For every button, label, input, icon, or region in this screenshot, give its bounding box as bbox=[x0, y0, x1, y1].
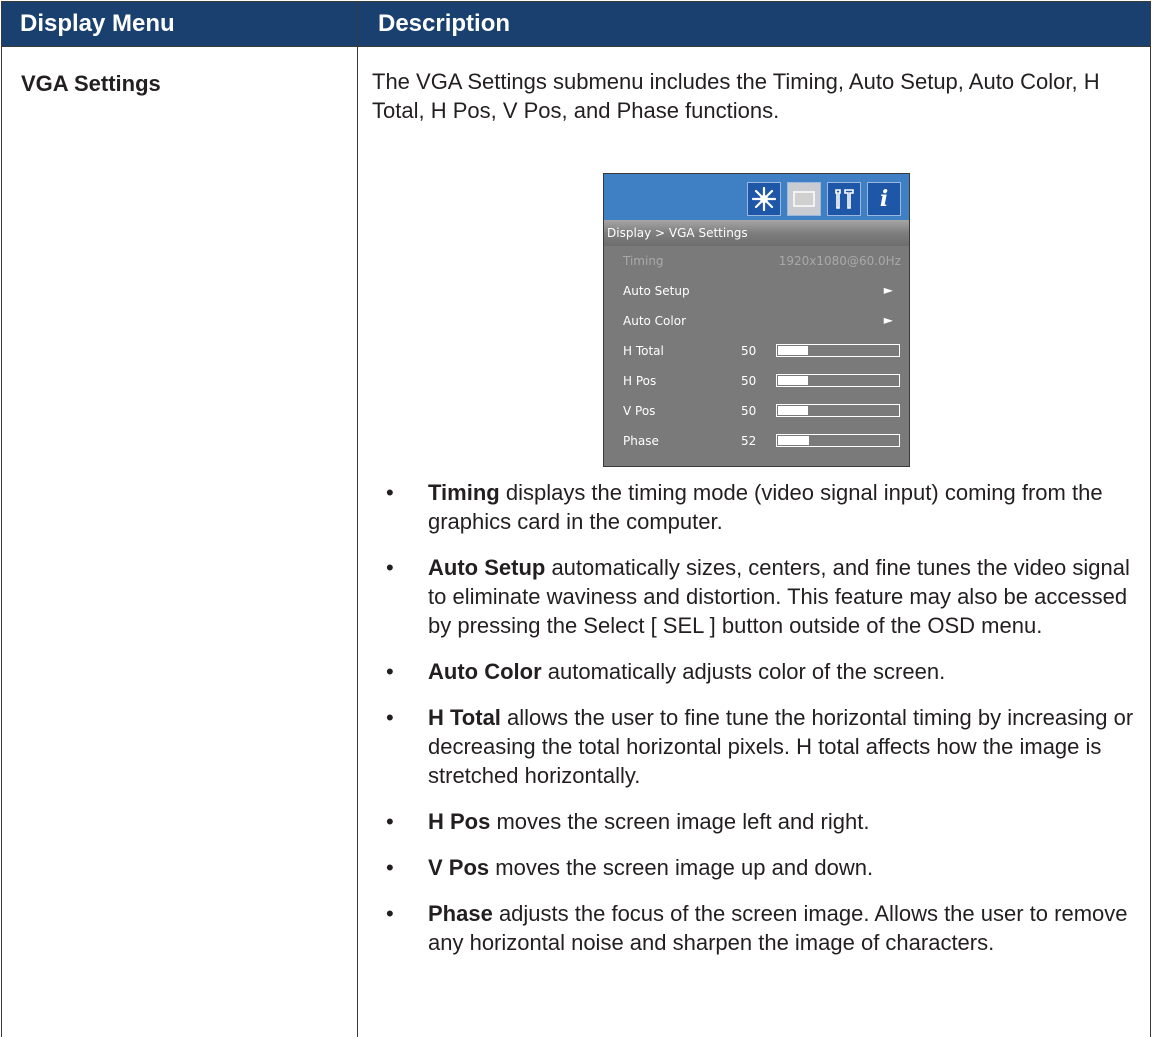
list-item-h-total: • H Total allows the user to fine tune th… bbox=[374, 703, 1144, 790]
osd-auto-setup-label: Auto Setup bbox=[623, 284, 690, 298]
desc-auto-color: automatically adjusts color of the scree… bbox=[541, 659, 946, 684]
osd-slider-fill bbox=[778, 346, 808, 355]
intro-paragraph: The VGA Settings submenu includes the Ti… bbox=[372, 69, 1100, 123]
term-h-total: H Total bbox=[428, 705, 501, 730]
osd-row-v-pos: V Pos 50 bbox=[604, 396, 909, 426]
info-icon: i bbox=[867, 182, 901, 216]
osd-slider-label: H Total bbox=[623, 344, 664, 358]
term-phase: Phase bbox=[428, 901, 493, 926]
feature-list: • Timing displays the timing mode (video … bbox=[374, 478, 1144, 974]
term-v-pos: V Pos bbox=[428, 855, 490, 880]
bullet-icon: • bbox=[386, 705, 394, 730]
desc-h-pos: moves the screen image left and right. bbox=[490, 809, 870, 834]
row-label-vga-settings: VGA Settings bbox=[21, 71, 161, 96]
term-auto-setup: Auto Setup bbox=[428, 555, 546, 580]
osd-row-auto-color: Auto Color ► bbox=[604, 306, 909, 336]
desc-h-total: allows the user to fine tune the horizon… bbox=[428, 705, 1134, 788]
play-arrow-icon: ► bbox=[883, 283, 893, 297]
list-item-h-pos: • H Pos moves the screen image left and r… bbox=[374, 807, 1144, 836]
bullet-icon: • bbox=[386, 555, 394, 580]
osd-slider-bar bbox=[776, 434, 900, 447]
osd-slider-value: 50 bbox=[741, 404, 757, 418]
osd-row-timing: Timing 1920x1080@60.0Hz bbox=[604, 246, 909, 276]
osd-slider-label: H Pos bbox=[623, 374, 657, 388]
osd-row-h-pos: H Pos 50 bbox=[604, 366, 909, 396]
header-description: Description bbox=[378, 10, 511, 37]
osd-row-phase: Phase 52 bbox=[604, 426, 909, 456]
osd-slider-bar bbox=[776, 404, 900, 417]
desc-timing: displays the timing mode (video signal i… bbox=[428, 480, 1103, 534]
osd-slider-label: V Pos bbox=[623, 404, 656, 418]
osd-timing-label: Timing bbox=[623, 254, 664, 268]
osd-top-bar: i bbox=[604, 174, 909, 220]
osd-slider-value: 50 bbox=[741, 344, 757, 358]
osd-slider-fill bbox=[778, 376, 808, 385]
osd-row-h-total: H Total 50 bbox=[604, 336, 909, 366]
term-auto-color: Auto Color bbox=[428, 659, 542, 684]
desc-v-pos: moves the screen image up and down. bbox=[489, 855, 874, 880]
bullet-icon: • bbox=[386, 855, 394, 880]
bullet-icon: • bbox=[386, 901, 394, 926]
list-item-timing: • Timing displays the timing mode (video … bbox=[374, 478, 1144, 536]
tools-icon bbox=[827, 182, 861, 216]
brightness-icon bbox=[747, 182, 781, 216]
list-item-auto-color: • Auto Color automatically adjusts color … bbox=[374, 657, 1144, 686]
osd-breadcrumb: Display > VGA Settings bbox=[604, 220, 909, 246]
osd-slider-fill bbox=[778, 406, 808, 415]
bullet-icon: • bbox=[386, 809, 394, 834]
desc-phase: adjusts the focus of the screen image. A… bbox=[428, 901, 1128, 955]
osd-timing-value: 1920x1080@60.0Hz bbox=[778, 254, 901, 268]
osd-slider-bar bbox=[776, 374, 900, 387]
column-divider bbox=[357, 2, 358, 1037]
bullet-icon: • bbox=[386, 659, 394, 684]
menu-table: Display Menu Description VGA Settings Th… bbox=[1, 1, 1151, 1037]
table-header: Display Menu Description bbox=[2, 2, 1150, 46]
osd-slider-bar bbox=[776, 344, 900, 357]
osd-row-auto-setup: Auto Setup ► bbox=[604, 276, 909, 306]
osd-slider-fill bbox=[778, 436, 809, 445]
osd-slider-value: 52 bbox=[741, 434, 757, 448]
term-h-pos: H Pos bbox=[428, 809, 491, 834]
list-item-v-pos: • V Pos moves the screen image up and dow… bbox=[374, 853, 1144, 882]
monitor-icon bbox=[787, 182, 821, 216]
osd-slider-value: 50 bbox=[741, 374, 757, 388]
osd-slider-label: Phase bbox=[623, 434, 659, 448]
osd-auto-color-label: Auto Color bbox=[623, 314, 687, 328]
play-arrow-icon: ► bbox=[883, 313, 893, 327]
list-item-auto-setup: • Auto Setup automatically sizes, centers… bbox=[374, 553, 1144, 640]
list-item-phase: • Phase adjusts the focus of the screen i… bbox=[374, 899, 1144, 957]
bullet-icon: • bbox=[386, 480, 394, 505]
osd-icon-group: i bbox=[747, 182, 901, 216]
header-divider bbox=[2, 46, 1150, 47]
header-display-menu: Display Menu bbox=[20, 10, 175, 37]
term-timing: Timing bbox=[428, 480, 500, 505]
osd-screenshot: i Display > VGA Settings Timing 1920x108… bbox=[603, 173, 910, 467]
